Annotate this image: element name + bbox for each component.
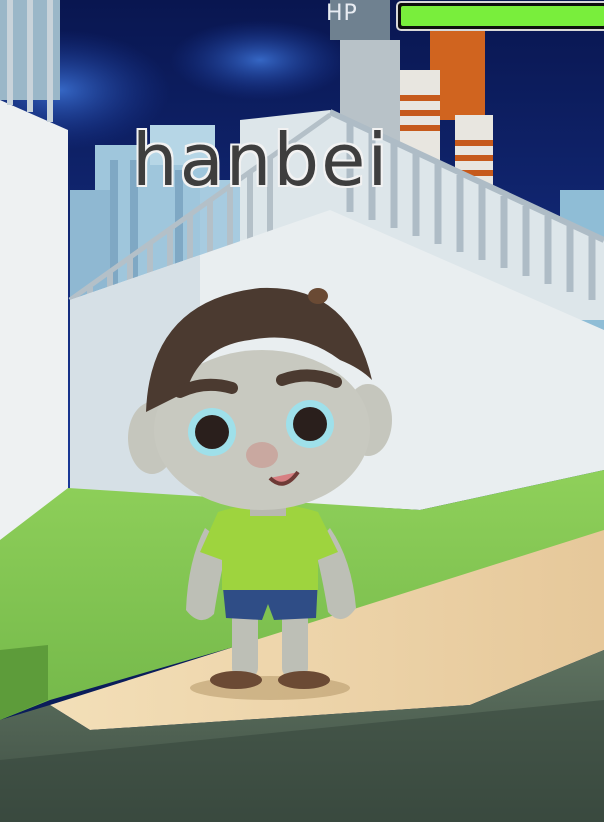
left-sandal — [210, 671, 262, 689]
hair-tuft — [308, 288, 328, 304]
right-eye — [293, 407, 327, 441]
left-pillar — [0, 100, 68, 545]
player-name-tag: hanbei — [132, 118, 390, 202]
left-eyebrow — [174, 378, 238, 398]
left-eye — [195, 415, 229, 449]
right-eyebrow — [276, 369, 342, 388]
left-leg — [232, 610, 258, 678]
nose — [246, 442, 278, 468]
cloud — [170, 20, 350, 100]
hp-bar-fill — [401, 6, 604, 26]
right-sandal — [278, 671, 330, 689]
hp-label: HP — [326, 1, 358, 26]
right-leg — [282, 610, 308, 678]
hp-bar — [396, 1, 604, 31]
